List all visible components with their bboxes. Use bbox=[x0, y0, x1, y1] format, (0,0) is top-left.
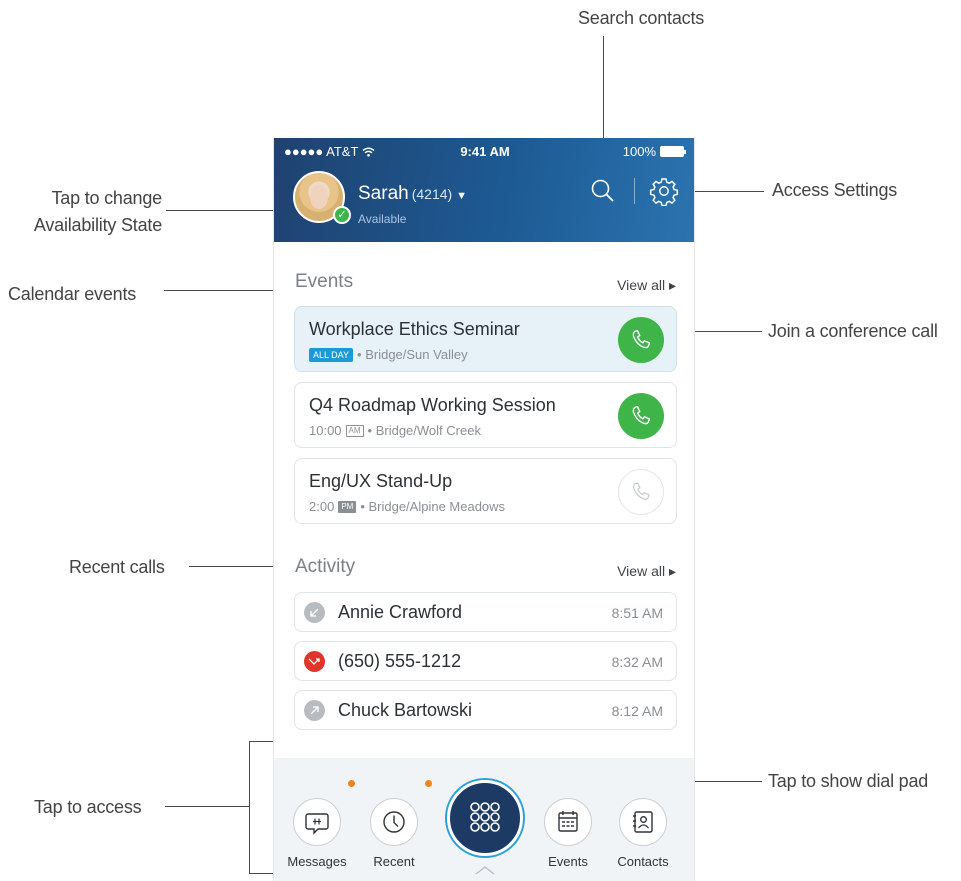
annotation-access-settings: Access Settings bbox=[772, 180, 898, 200]
user-extension: (4214) bbox=[411, 186, 453, 202]
tab-messages[interactable] bbox=[293, 798, 341, 846]
all-day-badge: ALL DAY bbox=[309, 347, 354, 362]
contacts-icon bbox=[633, 811, 653, 833]
outgoing-call-icon bbox=[304, 700, 325, 721]
annotation-recent-calls: Recent calls bbox=[69, 557, 165, 577]
phone-screen: ●●●●● AT&T 9:41 AM 100% ✓ Sarah (4214) ▼ A… bbox=[273, 138, 695, 881]
activity-time: 8:51 AM bbox=[611, 605, 663, 621]
activity-contact: (650) 555-1212 bbox=[338, 651, 462, 671]
annotation-tap-to-access: Tap to access bbox=[34, 797, 142, 817]
app-header: ●●●●● AT&T 9:41 AM 100% ✓ Sarah (4214) ▼ A… bbox=[274, 138, 694, 242]
event-title: Q4 Roadmap Working Session bbox=[309, 395, 556, 415]
annotation-line-recent bbox=[189, 566, 285, 567]
header-divider bbox=[634, 178, 635, 204]
pm-badge: PM bbox=[338, 500, 357, 513]
join-call-button-disabled[interactable] bbox=[618, 469, 664, 515]
bottom-tab-bar: Messages Recent Events Contacts bbox=[274, 758, 694, 881]
missed-call-icon bbox=[304, 651, 325, 672]
calendar-icon bbox=[558, 811, 578, 832]
event-location: • Bridge/Alpine Meadows bbox=[360, 499, 506, 514]
dial-pad-button[interactable] bbox=[447, 780, 523, 856]
annotation-join-conference: Join a conference call bbox=[768, 321, 938, 341]
annotation-bracket-vertical bbox=[249, 741, 250, 874]
activity-row[interactable]: Chuck Bartowski 8:12 AM bbox=[294, 690, 677, 730]
gear-icon[interactable] bbox=[649, 176, 679, 207]
activity-view-all-link[interactable]: View all ▸ bbox=[617, 563, 676, 580]
phone-icon bbox=[633, 482, 650, 500]
availability-status: Available bbox=[358, 212, 407, 226]
event-time: 10:00 bbox=[309, 423, 342, 438]
availability-check-icon: ✓ bbox=[333, 206, 351, 224]
annotation-search-contacts: Search contacts bbox=[578, 8, 705, 28]
event-card[interactable]: Eng/UX Stand-Up 2:00 PM • Bridge/Alpine … bbox=[294, 458, 677, 524]
event-card[interactable]: Workplace Ethics Seminar ALL DAY • Bridg… bbox=[294, 306, 677, 372]
annotation-availability-line1: Tap to change bbox=[51, 188, 163, 208]
join-call-button[interactable] bbox=[618, 317, 664, 363]
chevron-up-icon[interactable] bbox=[474, 864, 496, 876]
annotation-show-dial-pad: Tap to show dial pad bbox=[768, 771, 929, 791]
battery-icon bbox=[660, 146, 686, 157]
annotation-line-calendar bbox=[164, 290, 284, 291]
tab-recent-label: Recent bbox=[373, 854, 415, 869]
event-time: 2:00 bbox=[309, 499, 335, 514]
activity-time: 8:32 AM bbox=[611, 654, 663, 670]
activity-contact: Annie Crawford bbox=[338, 602, 463, 622]
user-name: Sarah bbox=[358, 183, 409, 204]
annotation-bracket-top bbox=[249, 741, 273, 742]
tab-events-label: Events bbox=[548, 854, 588, 869]
status-bar: ●●●●● AT&T 9:41 AM 100% bbox=[274, 144, 694, 160]
search-icon[interactable] bbox=[588, 176, 618, 206]
events-view-all-link[interactable]: View all ▸ bbox=[617, 277, 676, 294]
am-badge: AM bbox=[345, 424, 364, 437]
event-location: • Bridge/Wolf Creek bbox=[367, 423, 481, 438]
events-section-title: Events bbox=[295, 271, 354, 292]
event-title: Workplace Ethics Seminar bbox=[309, 319, 520, 339]
user-name-selector[interactable]: Sarah (4214) ▼ bbox=[358, 183, 467, 205]
phone-icon bbox=[632, 405, 651, 425]
annotation-bracket-bottom bbox=[249, 873, 273, 874]
event-details: 10:00 AM • Bridge/Wolf Creek bbox=[309, 423, 481, 438]
tab-events[interactable] bbox=[544, 798, 592, 846]
tab-contacts[interactable] bbox=[619, 798, 667, 846]
event-title: Eng/UX Stand-Up bbox=[309, 471, 453, 491]
annotation-line-access bbox=[165, 806, 249, 807]
join-call-button[interactable] bbox=[618, 393, 664, 439]
messages-notification-dot bbox=[348, 780, 355, 787]
event-card[interactable]: Q4 Roadmap Working Session 10:00 AM • Br… bbox=[294, 382, 677, 448]
activity-row[interactable]: Annie Crawford 8:51 AM bbox=[294, 592, 677, 632]
tab-recent[interactable] bbox=[370, 798, 418, 846]
event-details: ALL DAY • Bridge/Sun Valley bbox=[309, 347, 468, 362]
incoming-call-icon bbox=[304, 602, 325, 623]
event-details: 2:00 PM • Bridge/Alpine Meadows bbox=[309, 499, 505, 514]
event-location: • Bridge/Sun Valley bbox=[357, 347, 468, 362]
clock-icon bbox=[383, 811, 405, 833]
activity-time: 8:12 AM bbox=[611, 703, 663, 719]
tab-messages-label: Messages bbox=[287, 854, 347, 869]
activity-row[interactable]: (650) 555-1212 8:32 AM bbox=[294, 641, 677, 681]
activity-section-title: Activity bbox=[295, 556, 356, 577]
tab-contacts-label: Contacts bbox=[617, 854, 669, 869]
activity-contact: Chuck Bartowski bbox=[338, 700, 473, 720]
dial-pad-icon bbox=[470, 802, 500, 832]
annotation-availability-line2: Availability State bbox=[33, 215, 162, 235]
annotation-line-settings bbox=[690, 191, 764, 192]
message-icon bbox=[305, 813, 329, 835]
caret-down-icon: ▼ bbox=[456, 190, 468, 202]
recent-notification-dot bbox=[425, 780, 432, 787]
battery-indicator: 100% bbox=[623, 144, 686, 159]
phone-icon bbox=[632, 329, 651, 349]
annotation-calendar-events: Calendar events bbox=[8, 284, 137, 304]
